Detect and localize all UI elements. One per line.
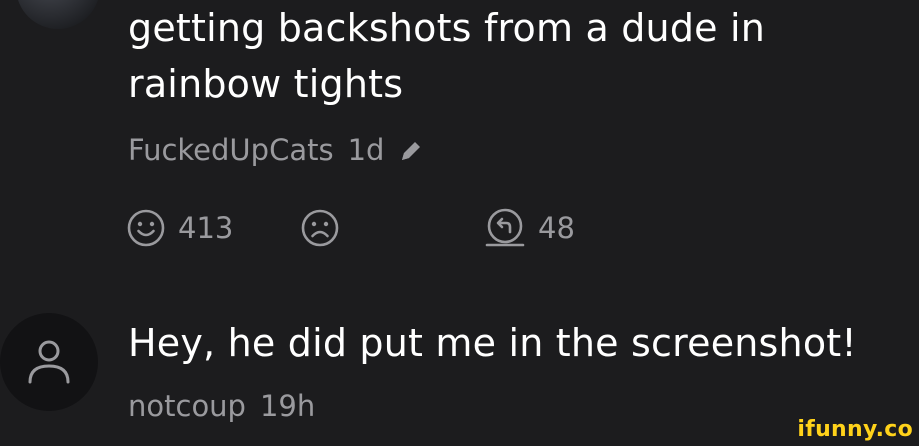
author-name[interactable]: FuckedUpCats — [128, 133, 334, 167]
timestamp: 1d — [347, 133, 385, 167]
smile-count: 413 — [178, 211, 234, 245]
author-name[interactable]: notcoup — [128, 389, 246, 423]
frown-button[interactable] — [300, 202, 352, 254]
comment: getting backshots from a dude in rainbow… — [0, 0, 919, 270]
reply-button[interactable]: 48 — [484, 202, 575, 254]
timestamp: 19h — [259, 389, 316, 423]
comment-meta: FuckedUpCats 1d — [128, 130, 424, 170]
watermark-logo: ifunny.co — [797, 417, 913, 442]
avatar[interactable] — [0, 313, 98, 411]
pencil-icon — [398, 137, 424, 163]
avatar[interactable] — [16, 0, 100, 29]
smile-button[interactable]: 413 — [126, 202, 233, 254]
comment-actions: 413 48 — [126, 202, 646, 254]
comment-text: Hey, he did put me in the screenshot! — [128, 321, 857, 365]
comment-thread: getting backshots from a dude in rainbow… — [0, 0, 919, 446]
comment-meta: notcoup 19h — [128, 386, 315, 426]
comment-text: getting backshots from a dude in rainbow… — [128, 6, 766, 106]
reply-icon — [484, 207, 526, 249]
smile-icon — [126, 208, 166, 248]
frown-icon — [300, 208, 340, 248]
comment: Hey, he did put me in the screenshot! no… — [0, 300, 919, 446]
reply-count: 48 — [538, 211, 575, 245]
